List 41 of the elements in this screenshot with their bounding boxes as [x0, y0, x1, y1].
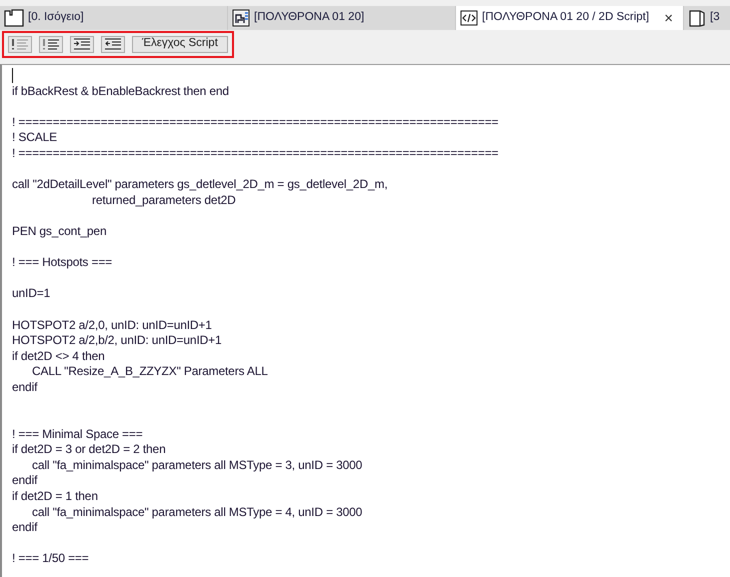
code-line: CALL "Resize_A_B_ZZYZX" Parameters ALL	[31, 364, 268, 380]
code-line: call "2dDetailLevel" parameters gs_detlevel_2D_m = gs_detlevel_2D_m,	[12, 177, 388, 193]
code-line: ! === 1/50 ===	[12, 551, 89, 567]
tab[interactable]: [ΠΟΛΥΘΡΟΝΑ 01 20]	[228, 6, 456, 30]
box-icon	[688, 9, 706, 27]
code-line: ! ======================================================================	[12, 146, 498, 162]
object-icon	[232, 9, 250, 27]
code-icon	[460, 10, 478, 26]
outdent-icon-button[interactable]	[101, 36, 125, 52]
code-line: ! SCALE	[12, 130, 57, 146]
close-button[interactable]: ×	[658, 10, 679, 26]
code-line: if bBackRest & bEnableBackrest then end	[12, 84, 229, 100]
code-line: if det2D = 3 or det2D = 2 then	[12, 442, 166, 458]
tab[interactable]: [ΠΟΛΥΘΡΟΝΑ 01 20 / 2D Script] ×	[456, 6, 684, 30]
code-line: call "fa_minimalspace" parameters all MSType = 4, unID = 3000	[31, 504, 362, 520]
tab[interactable]: [0. Ισόγειο]	[0, 6, 228, 30]
code-line: HOTSPOT2 a/2,b/2, unID: unID=unID+1	[12, 333, 222, 349]
floor-plan-icon	[4, 9, 24, 27]
uncomment-icon-button[interactable]	[39, 36, 63, 52]
code-line: endif	[12, 473, 38, 490]
code-line: ! === Hotspots ===	[12, 255, 112, 271]
tab-label: [ΠΟΛΥΘΡΟΝΑ 01 20]	[254, 10, 366, 26]
check-script-button[interactable]: Έλεγχος Script	[132, 36, 228, 52]
code-line: endif	[12, 520, 38, 536]
indent-icon-button[interactable]	[70, 36, 94, 52]
code-line: returned_parameters det2D	[91, 192, 236, 208]
code-line: endif	[12, 380, 38, 396]
tab-label: [ΠΟΛΥΘΡΟΝΑ 01 20 / 2D Script]	[482, 10, 650, 26]
tab-label: [0. Ισόγειο]	[28, 10, 85, 26]
code-line: ! ======================================================================	[12, 114, 498, 130]
code-line: unID=1	[12, 286, 50, 302]
code-line: if det2D = 1 then	[12, 489, 98, 505]
tab-label: [3	[710, 10, 721, 26]
code-editor[interactable]	[0, 64, 730, 577]
code-line: if det2D <> 4 then	[12, 348, 105, 364]
code-line: ! === Minimal Space ===	[12, 426, 143, 442]
code-line: call "fa_minimalspace" parameters all MSType = 3, unID = 3000	[31, 458, 362, 474]
comment-icon-button[interactable]	[8, 36, 32, 52]
tab[interactable]: [3	[684, 6, 730, 30]
code-line: HOTSPOT2 a/2,0, unID: unID=unID+1	[12, 318, 212, 334]
code-line: PEN gs_cont_pen	[12, 224, 106, 240]
